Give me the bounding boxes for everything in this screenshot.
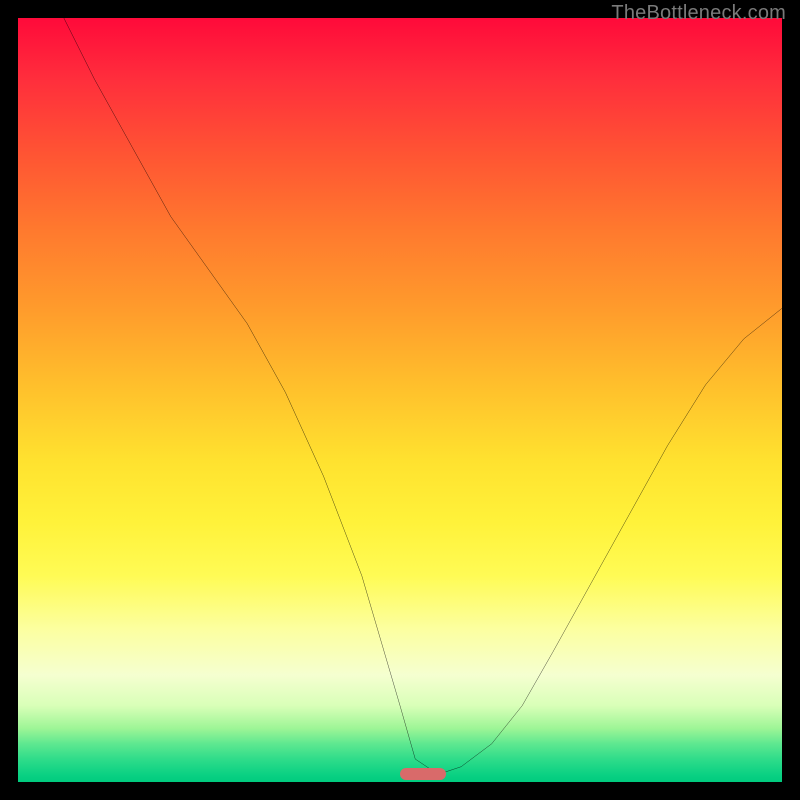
curve-layer — [18, 18, 782, 782]
watermark-text: TheBottleneck.com — [611, 2, 786, 25]
chart-container: TheBottleneck.com — [0, 0, 800, 800]
bottleneck-curve — [64, 18, 782, 774]
plot-area — [18, 18, 782, 782]
optimal-marker — [400, 768, 446, 780]
